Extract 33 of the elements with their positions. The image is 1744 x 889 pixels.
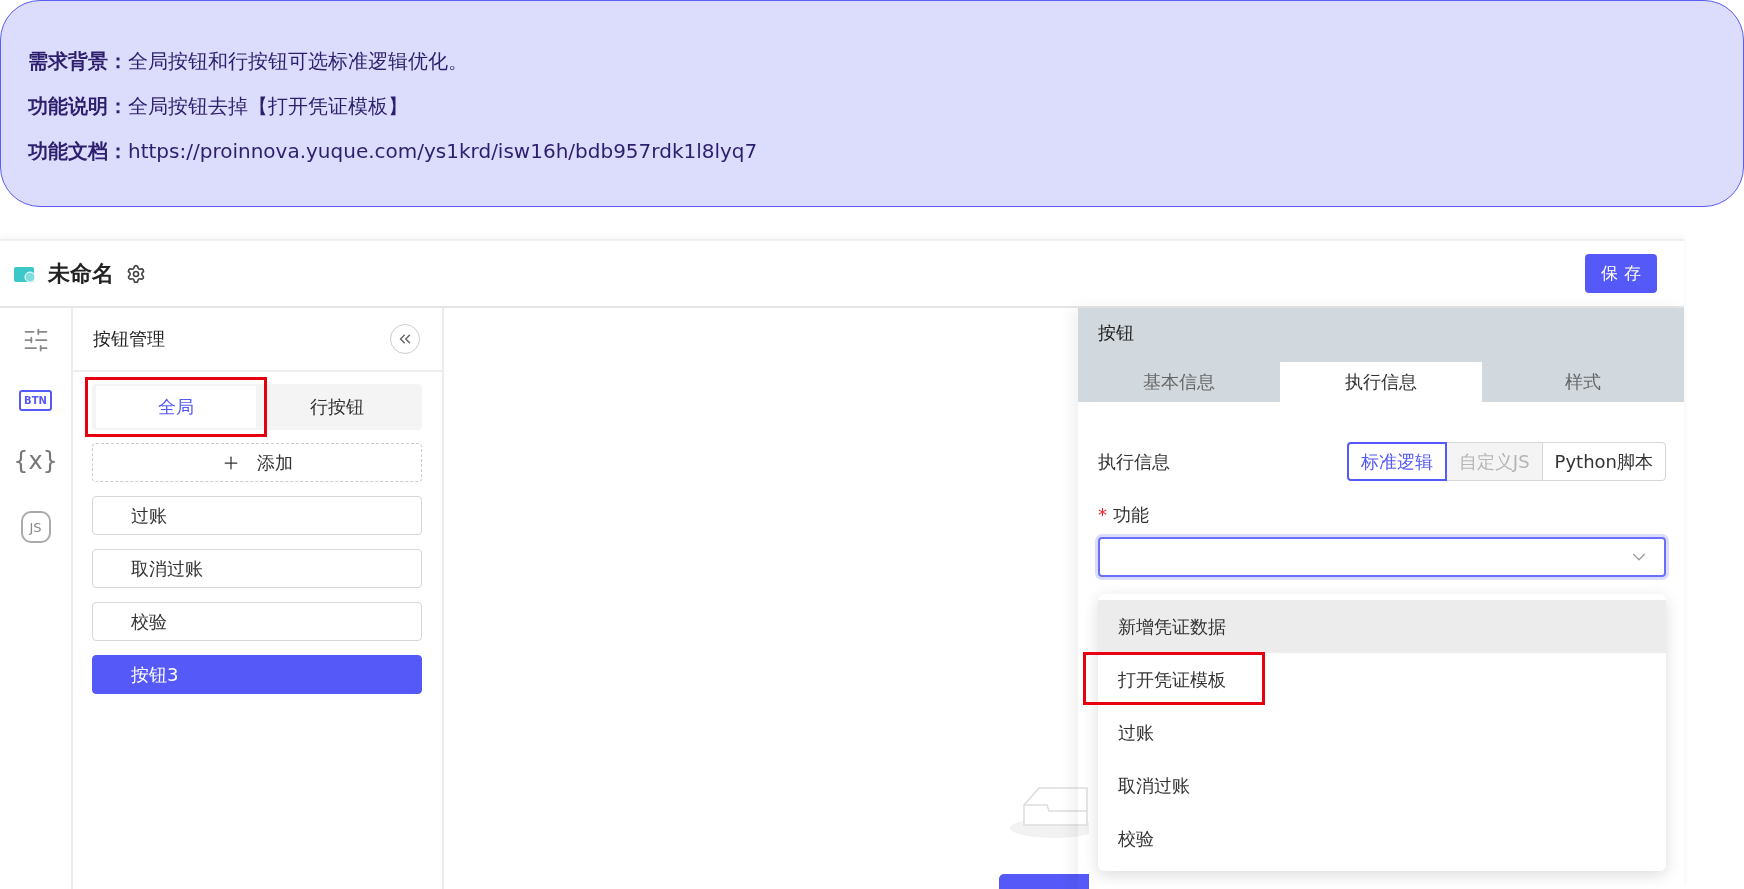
page-title: 未命名 xyxy=(48,259,114,288)
settings-icon[interactable] xyxy=(126,263,146,284)
required-mark: * xyxy=(1098,504,1107,525)
collapse-button[interactable] xyxy=(390,324,420,354)
add-button[interactable]: 添加 xyxy=(92,443,422,482)
mode-option[interactable]: Python脚本 xyxy=(1541,442,1666,481)
button-list-item[interactable]: 取消过账 xyxy=(92,549,422,588)
field-label: 执行信息 xyxy=(1098,449,1170,474)
banner-line: 功能说明：全局按钮去掉【打开凭证模板】 xyxy=(28,93,409,120)
field-label: * 功能 xyxy=(1098,503,1150,527)
app-logo-icon xyxy=(14,264,36,283)
banner-line: 需求背景：全局按钮和行按钮可选标准逻辑优化。 xyxy=(28,48,469,75)
button-list-item[interactable]: 按钮3 xyxy=(92,655,422,694)
panel-title: 按钮管理 xyxy=(93,327,165,351)
panel-tab[interactable]: 样式 xyxy=(1482,362,1684,402)
panel-tab[interactable]: 执行信息 xyxy=(1280,362,1482,402)
dropdown-option[interactable]: 打开凭证模板 xyxy=(1098,653,1666,706)
btn-badge-icon[interactable]: BTN xyxy=(19,390,52,411)
variable-icon[interactable]: {x} xyxy=(13,447,58,475)
dropdown-option[interactable]: 新增凭证数据 xyxy=(1098,600,1666,653)
dropdown-option[interactable]: 校验 xyxy=(1098,812,1666,865)
panel-title: 按钮 xyxy=(1097,321,1135,345)
js-icon[interactable]: JS xyxy=(20,511,51,543)
mode-option[interactable]: 标准逻辑 xyxy=(1346,442,1447,481)
dropdown-option[interactable]: 取消过账 xyxy=(1098,759,1666,812)
banner-line: 功能文档：https://proinnova.yuque.com/ys1krd/isw16h/bdb957rdk1l8lyq7 xyxy=(28,138,759,165)
save-button[interactable]: 保 存 xyxy=(1585,254,1657,293)
function-select[interactable] xyxy=(1098,537,1666,577)
dropdown-option[interactable]: 过账 xyxy=(1098,706,1666,759)
panel-tab[interactable]: 基本信息 xyxy=(1078,362,1280,402)
scope-tab[interactable]: 全局 xyxy=(85,377,267,437)
button-list-item[interactable]: 过账 xyxy=(92,496,422,535)
button-list-item[interactable]: 校验 xyxy=(92,602,422,641)
